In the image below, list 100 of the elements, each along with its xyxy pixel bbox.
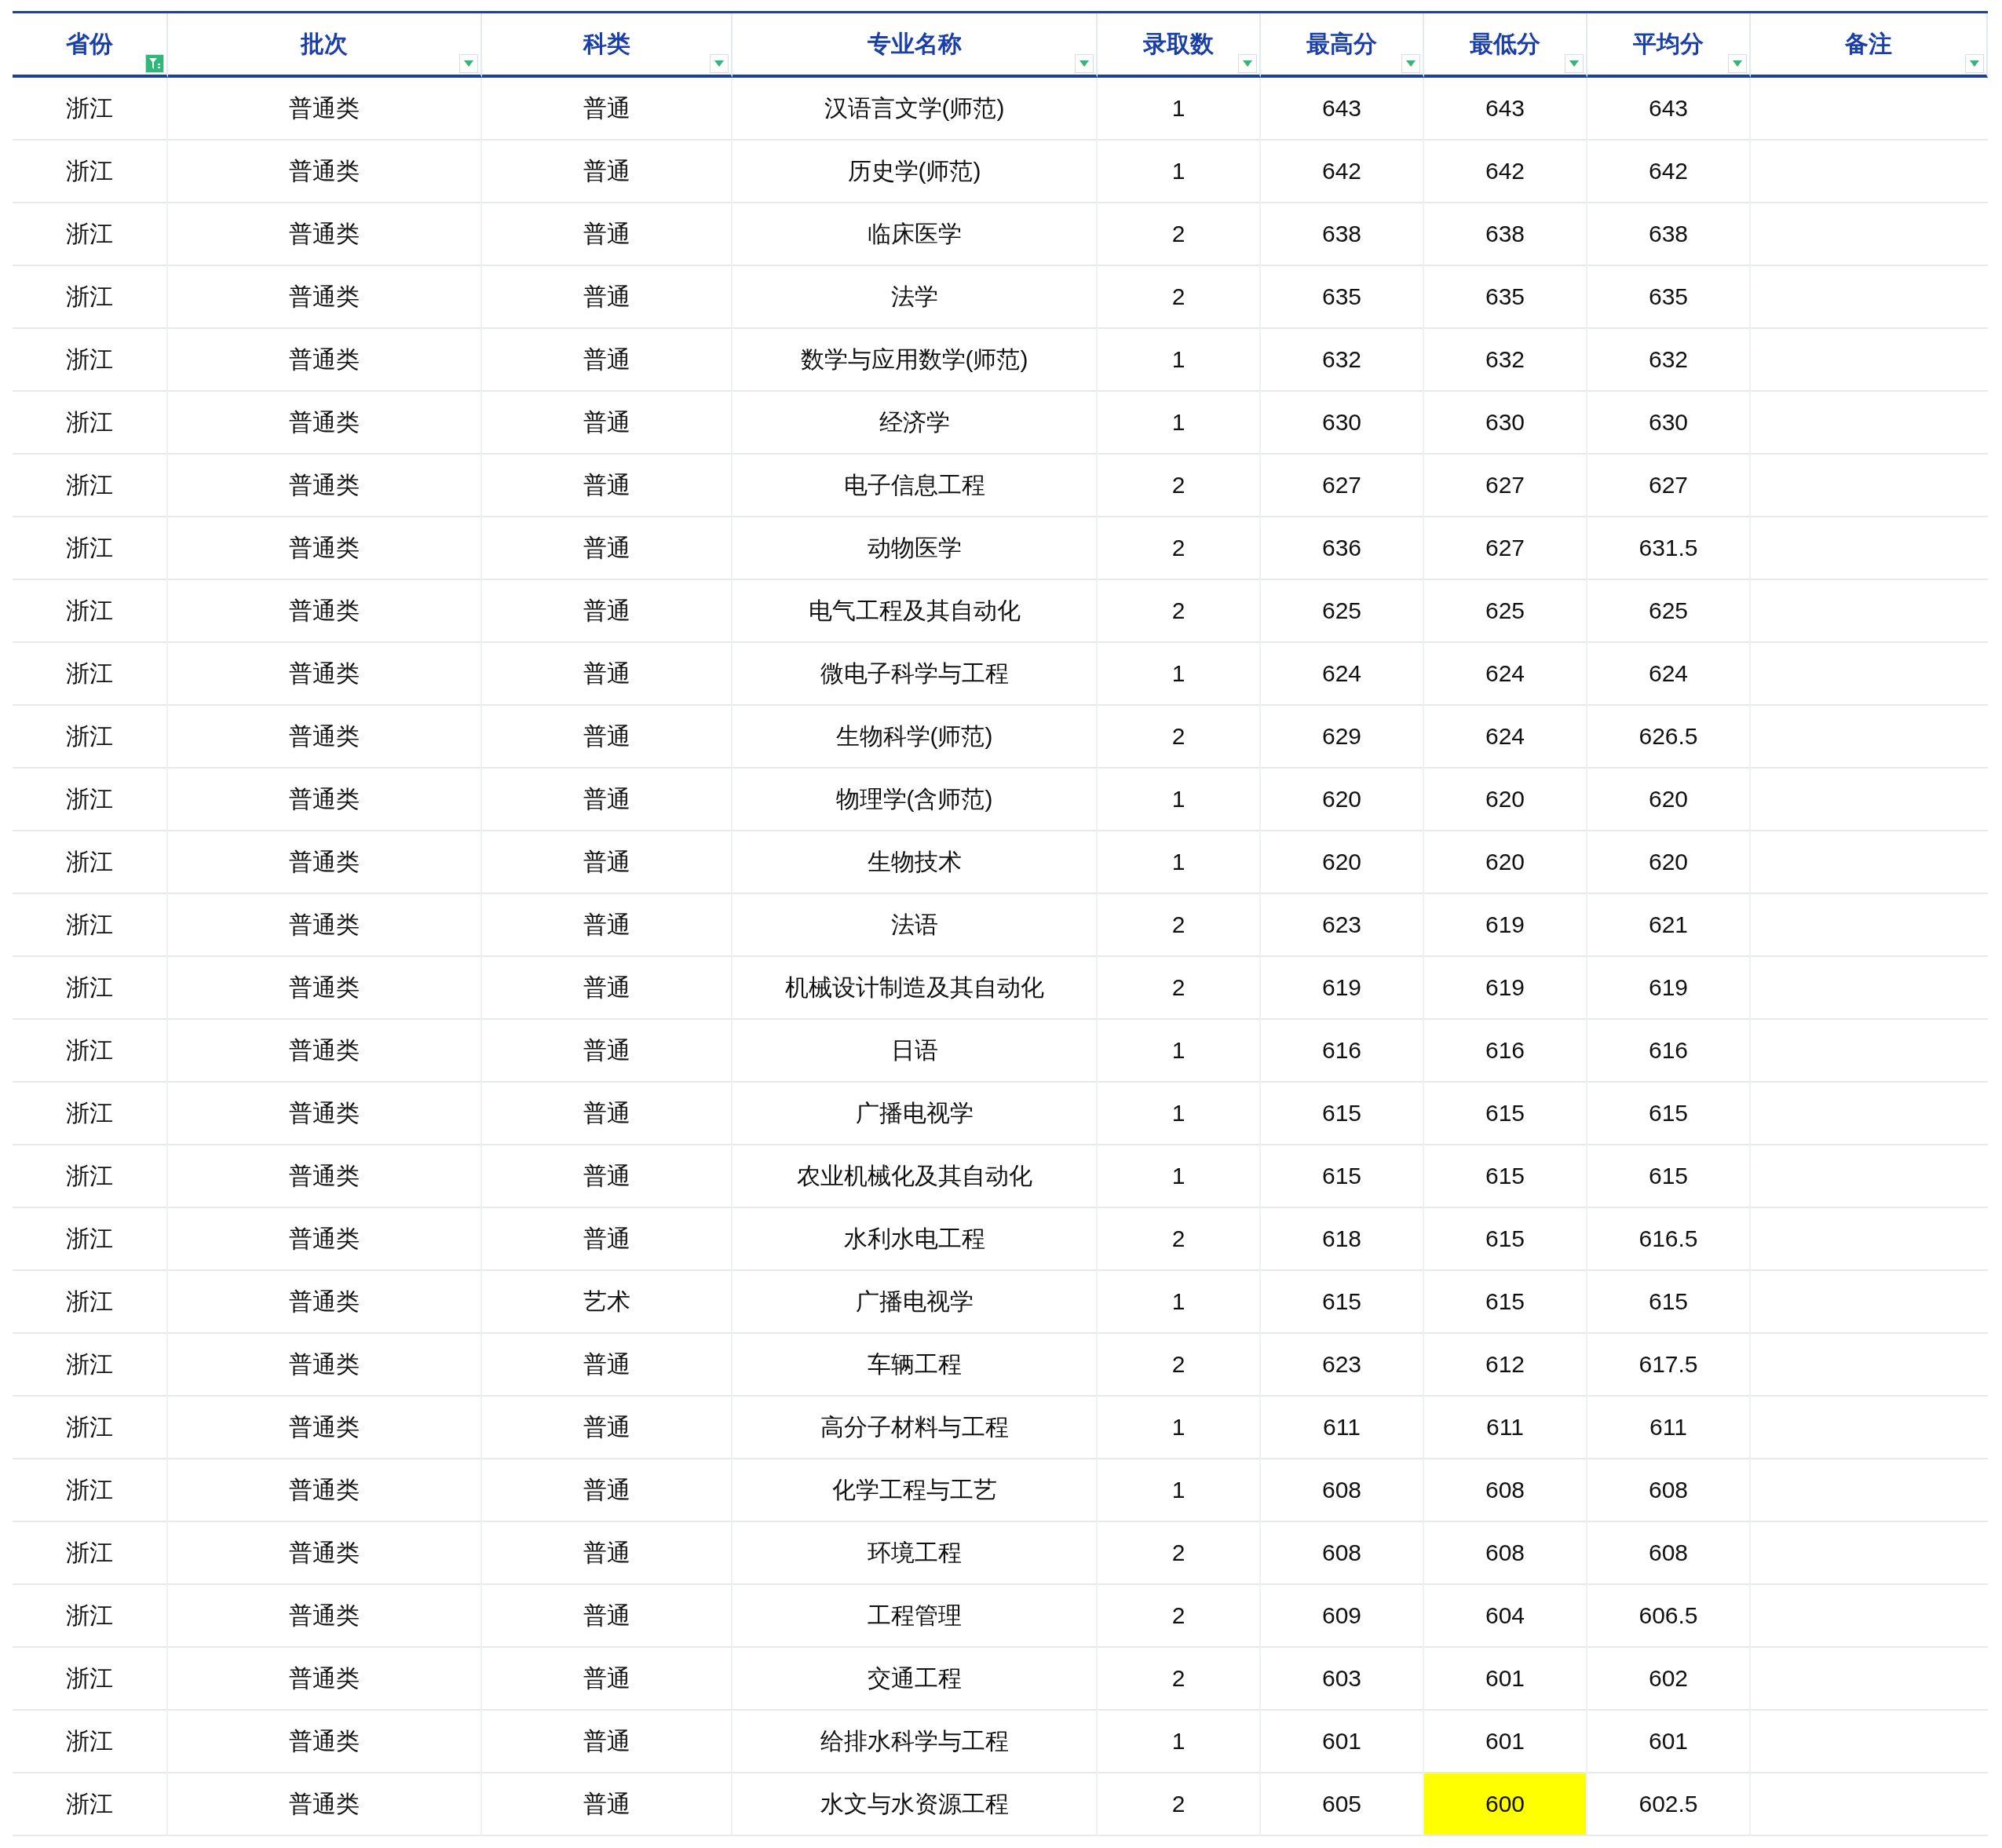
column-header: 科类 bbox=[583, 29, 630, 58]
table-cell: 普通类 bbox=[168, 957, 482, 1020]
table-cell: 普通 bbox=[482, 1334, 732, 1397]
table-cell: 616 bbox=[1424, 1020, 1587, 1083]
table-cell: 615 bbox=[1261, 1145, 1424, 1208]
table-cell: 2 bbox=[1098, 455, 1261, 517]
table-cell: 615 bbox=[1587, 1271, 1751, 1334]
table-cell: 615 bbox=[1424, 1083, 1587, 1145]
table-cell: 615 bbox=[1587, 1083, 1751, 1145]
table-cell: 638 bbox=[1587, 203, 1751, 266]
table-cell: 624 bbox=[1424, 706, 1587, 769]
table-cell: 1 bbox=[1098, 1459, 1261, 1522]
dropdown-icon bbox=[1080, 60, 1089, 67]
table-cell: 浙江 bbox=[13, 517, 168, 580]
table-cell: 627 bbox=[1587, 455, 1751, 517]
table-cell: 浙江 bbox=[13, 78, 168, 141]
filter-button[interactable] bbox=[1075, 54, 1094, 73]
table-cell: 历史学(师范) bbox=[732, 141, 1098, 203]
table-cell: 621 bbox=[1587, 894, 1751, 957]
table-cell: 生物技术 bbox=[732, 831, 1098, 894]
table-cell: 2 bbox=[1098, 1773, 1261, 1836]
table-cell: 化学工程与工艺 bbox=[732, 1459, 1098, 1522]
table-cell: 624 bbox=[1424, 643, 1587, 706]
table-cell: 普通 bbox=[482, 706, 732, 769]
column-header: 批次 bbox=[301, 29, 348, 58]
dropdown-icon bbox=[1406, 60, 1416, 67]
table-cell: 601 bbox=[1587, 1711, 1751, 1773]
table-cell: 608 bbox=[1261, 1522, 1424, 1585]
table-cell: 625 bbox=[1261, 580, 1424, 643]
table-cell: 615 bbox=[1424, 1145, 1587, 1208]
table-cell: 1 bbox=[1098, 392, 1261, 455]
table-cell: 浙江 bbox=[13, 1271, 168, 1334]
table-cell: 汉语言文学(师范) bbox=[732, 78, 1098, 141]
dropdown-icon bbox=[1970, 60, 1979, 67]
table-cell: 农业机械化及其自动化 bbox=[732, 1145, 1098, 1208]
table-cell: 2 bbox=[1098, 266, 1261, 329]
filter-button[interactable] bbox=[1728, 54, 1747, 73]
table-cell: 608 bbox=[1261, 1459, 1424, 1522]
filter-button[interactable] bbox=[1565, 54, 1584, 73]
table-cell: 浙江 bbox=[13, 266, 168, 329]
table-cell: 普通类 bbox=[168, 1020, 482, 1083]
table-cell: 620 bbox=[1424, 769, 1587, 831]
table-cell: 普通类 bbox=[168, 894, 482, 957]
table-cell: 浙江 bbox=[13, 831, 168, 894]
table-cell: 物理学(含师范) bbox=[732, 769, 1098, 831]
table-cell: 606.5 bbox=[1587, 1585, 1751, 1648]
table-cell: 高分子材料与工程 bbox=[732, 1397, 1098, 1459]
filter-button[interactable] bbox=[145, 54, 164, 73]
column-header: 备注 bbox=[1845, 29, 1892, 58]
table-cell: 627 bbox=[1424, 517, 1587, 580]
filter-button[interactable] bbox=[1401, 54, 1420, 73]
table-cell: 浙江 bbox=[13, 1585, 168, 1648]
table-cell: 普通类 bbox=[168, 1271, 482, 1334]
filter-button[interactable] bbox=[1965, 54, 1984, 73]
table-cell: 630 bbox=[1261, 392, 1424, 455]
table-cell: 普通类 bbox=[168, 203, 482, 266]
table-cell: 600 bbox=[1424, 1773, 1587, 1836]
table-cell: 给排水科学与工程 bbox=[732, 1711, 1098, 1773]
table-cell: 619 bbox=[1424, 957, 1587, 1020]
table-cell: 642 bbox=[1261, 141, 1424, 203]
filter-button[interactable] bbox=[710, 54, 729, 73]
table-cell: 632 bbox=[1261, 329, 1424, 392]
table-cell: 623 bbox=[1261, 1334, 1424, 1397]
table-cell: 普通 bbox=[482, 1020, 732, 1083]
table-cell: 广播电视学 bbox=[732, 1083, 1098, 1145]
table-cell: 经济学 bbox=[732, 392, 1098, 455]
column-header: 最高分 bbox=[1306, 29, 1377, 58]
table-cell: 643 bbox=[1587, 78, 1751, 141]
table-cell: 法语 bbox=[732, 894, 1098, 957]
filter-button[interactable] bbox=[459, 54, 478, 73]
table-cell: 普通 bbox=[482, 329, 732, 392]
table-cell: 浙江 bbox=[13, 769, 168, 831]
table-cell: 艺术 bbox=[482, 1271, 732, 1334]
table-cell: 水文与水资源工程 bbox=[732, 1773, 1098, 1836]
filter-button[interactable] bbox=[1238, 54, 1257, 73]
column-header: 省份 bbox=[66, 29, 113, 58]
table-cell: 浙江 bbox=[13, 1397, 168, 1459]
table-cell: 普通 bbox=[482, 1145, 732, 1208]
column-header: 平均分 bbox=[1633, 29, 1704, 58]
table-cell: 普通 bbox=[482, 203, 732, 266]
table-cell: 1 bbox=[1098, 329, 1261, 392]
table-cell: 2 bbox=[1098, 1522, 1261, 1585]
table-cell: 普通类 bbox=[168, 1145, 482, 1208]
table-cell: 620 bbox=[1587, 769, 1751, 831]
table-cell: 机械设计制造及其自动化 bbox=[732, 957, 1098, 1020]
table-cell: 浙江 bbox=[13, 1648, 168, 1711]
table-cell: 615 bbox=[1261, 1271, 1424, 1334]
table-cell: 2 bbox=[1098, 203, 1261, 266]
table-cell: 普通类 bbox=[168, 1397, 482, 1459]
table-cell: 普通类 bbox=[168, 517, 482, 580]
column-header: 录取数 bbox=[1143, 29, 1214, 58]
table-cell: 普通类 bbox=[168, 455, 482, 517]
table-cell: 636 bbox=[1261, 517, 1424, 580]
table-cell: 605 bbox=[1261, 1773, 1424, 1836]
table-cell: 动物医学 bbox=[732, 517, 1098, 580]
table-cell: 2 bbox=[1098, 706, 1261, 769]
dropdown-icon bbox=[1243, 60, 1252, 67]
table-cell: 浙江 bbox=[13, 1020, 168, 1083]
table-cell: 643 bbox=[1261, 78, 1424, 141]
table-cell: 法学 bbox=[732, 266, 1098, 329]
